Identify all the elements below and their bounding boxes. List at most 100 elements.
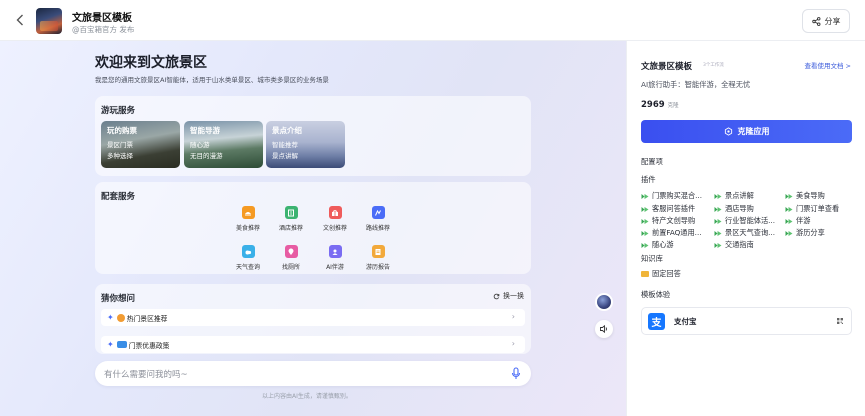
plugin-item[interactable]: 交通指南	[714, 240, 754, 250]
clone-app-button[interactable]: 克隆应用	[641, 120, 852, 143]
plugin-item[interactable]: 门票购买混合...	[641, 191, 702, 201]
plugin-item[interactable]: 景点讲解	[714, 191, 754, 201]
plugin-label: 随心游	[652, 240, 674, 249]
tile-line: 多种选择	[107, 152, 133, 160]
service-food[interactable]: 美食推荐	[228, 206, 268, 240]
hotel-icon	[284, 206, 298, 219]
plugin-icon	[714, 242, 722, 248]
back-button[interactable]	[12, 11, 28, 29]
plugin-icon	[714, 193, 722, 199]
plugin-item[interactable]: 伴游	[785, 216, 810, 226]
weather-icon	[241, 245, 255, 258]
clone-count-label: 克隆	[667, 103, 679, 109]
plugin-icon	[714, 218, 722, 224]
view-docs-link[interactable]: 查看使用文档 >	[804, 60, 851, 70]
folder-icon	[641, 271, 649, 277]
sparkle-icon: ✦	[107, 340, 114, 349]
refresh-icon	[493, 293, 500, 299]
service-restroom[interactable]: 找厕所	[271, 245, 311, 279]
top-header: 文旅景区模板 @百宝箱官方 发布 分享	[0, 0, 865, 41]
tile-line: 智能推荐	[272, 141, 298, 149]
plugin-label: 前置FAQ通用...	[652, 228, 702, 237]
plugin-item[interactable]: 随心游	[641, 240, 674, 250]
plugin-item[interactable]: 行业智能体活...	[714, 216, 775, 226]
service-label: 酒店推荐	[278, 225, 303, 232]
suggested-question[interactable]: ✦ 热门景区推荐 ›	[101, 309, 525, 326]
service-gift[interactable]: 文创推荐	[315, 206, 355, 240]
plugin-item[interactable]: 门票订单查看	[785, 204, 839, 214]
alipay-experience-entry[interactable]: 支 支付宝	[641, 307, 852, 335]
tile-line: 景区门票	[107, 141, 133, 149]
service-label: AI伴游	[326, 264, 344, 271]
plugin-label: 酒店导购	[725, 204, 754, 213]
chat-input[interactable]: 有什么需要问我的吗~	[95, 361, 531, 386]
plugin-icon	[641, 206, 649, 212]
config-section-label: 配置项	[641, 157, 663, 166]
refresh-label: 换一换	[503, 292, 524, 300]
assistant-avatar[interactable]	[595, 293, 613, 311]
tile-title: 景点介绍	[272, 126, 302, 135]
tile-attraction-intro[interactable]: 景点介绍 智能推荐 景点讲解	[266, 121, 345, 168]
service-label: 天气查询	[235, 264, 260, 271]
kb-item-label: 固定回答	[652, 269, 681, 278]
question-text: 热门景区推荐	[126, 314, 168, 323]
plugin-item[interactable]: 酒店导购	[714, 204, 754, 214]
qr-code-icon[interactable]	[836, 317, 844, 325]
speaker-icon	[600, 324, 607, 334]
app-avatar	[36, 8, 62, 34]
template-experience-label: 模板体验	[641, 290, 671, 299]
service-ai-companion[interactable]: AI伴游	[315, 245, 355, 279]
clone-count-value: 2969	[641, 100, 665, 110]
plugin-label: 美食导购	[796, 191, 825, 200]
plugin-icon	[785, 206, 793, 212]
share-label: 分享	[824, 16, 841, 26]
tile-line: 景点讲解	[272, 152, 298, 160]
knowledge-base-label: 知识库	[641, 254, 663, 263]
alipay-logo: 支	[648, 312, 665, 330]
tile-smart-guide[interactable]: 智能导游 随心游 无目的漫游	[184, 121, 263, 168]
sound-button[interactable]	[595, 320, 613, 338]
welcome-description: 我是您的通用文旅景区AI智能体，适用于山水类单景区、城市类多景区的业务场景	[95, 76, 329, 84]
refresh-button[interactable]: 换一换	[493, 291, 524, 301]
service-weather[interactable]: 天气查询	[228, 245, 268, 279]
plugin-item[interactable]: 美食导购	[785, 191, 825, 201]
plugin-item[interactable]: 景区天气查询...	[714, 228, 775, 238]
tile-ticket-purchase[interactable]: 玩的购票 景区门票 多种选择	[101, 121, 180, 168]
chevron-right-icon: ›	[511, 339, 515, 348]
suggested-question[interactable]: ✦ 门票优惠政策 ›	[101, 336, 525, 353]
tile-line: 随心游	[190, 141, 210, 149]
question-text: 门票优惠政策	[128, 341, 170, 350]
share-button[interactable]: 分享	[802, 9, 850, 33]
sparkle-icon: ✦	[107, 313, 114, 322]
suggested-questions-card: 猜你想问 换一换 ✦ 热门景区推荐 › ✦ 门票优惠政策 ›	[95, 284, 531, 354]
plugin-item[interactable]: 游历分享	[785, 228, 825, 238]
clone-count: 2969 克隆	[641, 100, 679, 110]
plugin-icon	[714, 206, 722, 212]
plugin-item[interactable]: 特产文创导购	[641, 216, 695, 226]
plugin-label: 交通指南	[725, 240, 754, 249]
clone-icon	[724, 127, 732, 136]
plugin-label: 客服问答插件	[652, 204, 696, 213]
service-travel-report[interactable]: 游历报告	[358, 245, 398, 279]
tile-title: 智能导游	[190, 126, 220, 135]
plugin-label: 特产文创导购	[652, 216, 696, 225]
service-label: 路线推荐	[365, 225, 390, 232]
knowledge-base-item[interactable]: 固定回答	[641, 269, 681, 279]
workflow-count-badge: 3个工作流	[703, 63, 724, 68]
plugin-icon	[641, 242, 649, 248]
service-route[interactable]: 路线推荐	[358, 206, 398, 240]
plugin-label: 游历分享	[796, 228, 825, 237]
chevron-right-icon: ›	[511, 312, 515, 321]
service-hotel[interactable]: 酒店推荐	[271, 206, 311, 240]
plugin-label: 门票购买混合...	[652, 191, 702, 200]
plugin-label: 伴游	[796, 216, 811, 225]
plugin-icon	[641, 218, 649, 224]
plugin-item[interactable]: 前置FAQ通用...	[641, 228, 702, 238]
plugin-label: 行业智能体活...	[725, 216, 775, 225]
plugin-icon	[785, 193, 793, 199]
panel-description: AI旅行助手：智能伴游，全程无忧	[641, 80, 751, 89]
microphone-icon[interactable]	[511, 367, 521, 380]
plugin-item[interactable]: 客服问答插件	[641, 204, 695, 214]
service-label: 文创推荐	[322, 225, 347, 232]
plugin-icon	[785, 230, 793, 236]
